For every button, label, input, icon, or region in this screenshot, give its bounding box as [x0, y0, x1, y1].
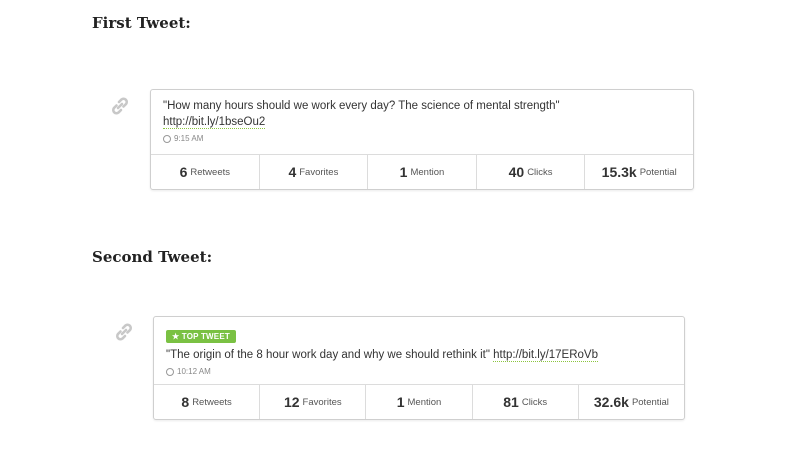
clock-icon	[163, 134, 171, 143]
time-label: 10:12 AM	[177, 367, 211, 376]
second-tweet-heading: Second Tweet:	[92, 248, 213, 266]
tweet-quote: "How many hours should we work every day…	[163, 100, 560, 112]
stat-value: 4	[288, 164, 297, 180]
stat-label: Favorites	[299, 166, 339, 178]
stat-label: Mention	[410, 166, 445, 178]
tweet-time: 10:12 AM	[166, 367, 672, 376]
stats-bar: 6 Retweets 4 Favorites 1 Mention 40 Clicks 1…	[151, 154, 693, 189]
stat-mentions[interactable]: 1 Mention	[368, 155, 477, 189]
stat-label: Potential	[631, 396, 669, 408]
stat-value: 40	[508, 164, 525, 180]
stat-label: Retweets	[192, 396, 232, 408]
stat-favorites[interactable]: 12 Favorites	[260, 385, 367, 419]
stat-value: 12	[283, 394, 300, 410]
time-label: 9:15 AM	[174, 134, 204, 143]
tweet-text: "How many hours should we work every day…	[163, 98, 681, 130]
stat-retweets[interactable]: 8 Retweets	[154, 385, 261, 419]
stat-favorites[interactable]: 4 Favorites	[260, 155, 369, 189]
stat-value: 1	[399, 164, 408, 180]
stat-value: 6	[179, 164, 188, 180]
tweet-link[interactable]: http://bit.ly/17ERoVb	[493, 349, 598, 362]
stat-potential[interactable]: 15.3k Potential	[585, 155, 693, 189]
stat-label: Retweets	[190, 166, 230, 178]
first-tweet-heading: First Tweet:	[92, 14, 191, 32]
stat-label: Potential	[639, 166, 677, 178]
stat-value: 1	[396, 394, 405, 410]
stat-clicks[interactable]: 40 Clicks	[477, 155, 586, 189]
tweet-link[interactable]: http://bit.ly/1bseOu2	[163, 116, 266, 129]
stat-value: 81	[503, 394, 519, 410]
tweet-card-second[interactable]: ★ TOP TWEET "The origin of the 8 hour wo…	[153, 316, 685, 420]
clock-icon	[166, 367, 174, 376]
tweet-time: 9:15 AM	[163, 134, 681, 143]
stat-label: Clicks	[521, 396, 548, 408]
stat-label: Favorites	[302, 396, 342, 408]
stat-value: 15.3k	[601, 164, 637, 180]
top-tweet-badge: ★ TOP TWEET	[166, 330, 236, 343]
stat-value: 32.6k	[593, 394, 629, 410]
stat-clicks[interactable]: 81 Clicks	[473, 385, 579, 419]
stat-value: 8	[181, 394, 190, 410]
tweet-quote: "The origin of the 8 hour work day and w…	[166, 349, 490, 361]
link-icon	[116, 323, 132, 341]
stat-label: Clicks	[527, 166, 553, 178]
tweet-text: "The origin of the 8 hour work day and w…	[166, 347, 672, 363]
tweet-card-first[interactable]: "How many hours should we work every day…	[150, 89, 694, 190]
stat-label: Mention	[407, 396, 442, 408]
stat-retweets[interactable]: 6 Retweets	[151, 155, 260, 189]
link-icon	[112, 97, 128, 115]
stats-bar: 8 Retweets 12 Favorites 1 Mention 81 Clicks …	[154, 384, 684, 419]
stat-potential[interactable]: 32.6k Potential	[579, 385, 684, 419]
stat-mentions[interactable]: 1 Mention	[366, 385, 473, 419]
